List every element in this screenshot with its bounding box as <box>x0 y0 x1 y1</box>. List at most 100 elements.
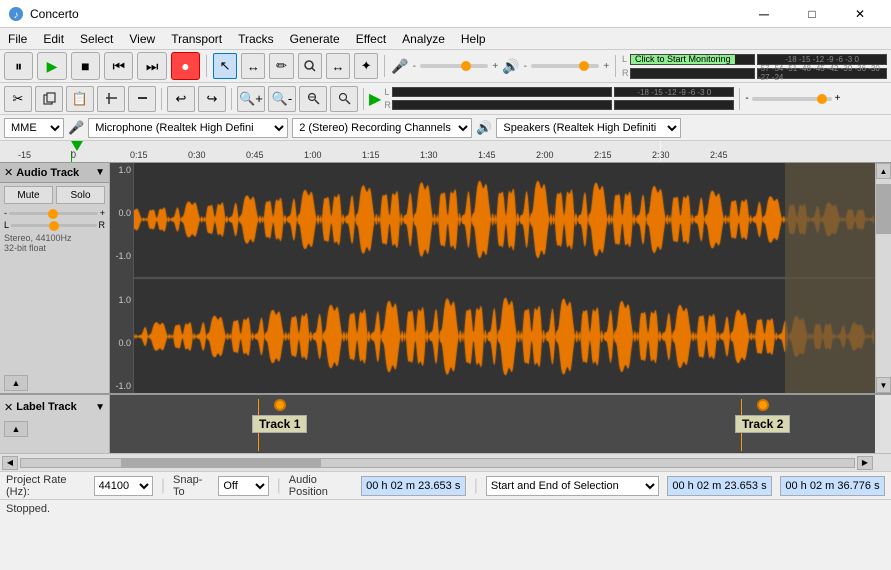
label-waveform-area[interactable]: Track 1 Track 2 <box>110 395 875 453</box>
paste-button[interactable]: 📋 <box>66 86 94 112</box>
menu-generate[interactable]: Generate <box>282 30 348 48</box>
pan-knob[interactable] <box>49 221 59 231</box>
ruler-mark-115: 1:15 <box>362 150 380 160</box>
collapse-button[interactable]: ▲ <box>4 375 28 391</box>
selection-start-input[interactable] <box>667 476 772 496</box>
scroll-up-button[interactable]: ▲ <box>876 163 891 179</box>
channels-select[interactable]: 2 (Stereo) Recording Channels <box>292 118 472 138</box>
copy-button[interactable] <box>35 86 63 112</box>
snap-to-select[interactable]: Off <box>218 476 268 496</box>
label-collapse-button[interactable]: ▲ <box>4 421 28 437</box>
label-pin-1 <box>274 399 286 411</box>
outvol-minus: - <box>524 61 527 72</box>
waveform-canvas[interactable] <box>134 163 875 393</box>
prev-button[interactable]: ⏮ <box>104 52 133 80</box>
solo-button[interactable]: Solo <box>56 186 105 204</box>
vertical-scrollbar: ▲ ▼ <box>875 163 891 393</box>
label-track-arrow[interactable]: ▼ <box>95 402 105 413</box>
cut-button[interactable]: ✂ <box>4 86 32 112</box>
stop-button[interactable]: ■ <box>71 52 100 80</box>
ruler-mark-100: 1:00 <box>304 150 322 160</box>
speaker-icon: 🔊 <box>502 58 519 75</box>
time-shift-tool-button[interactable]: ↔ <box>326 53 350 79</box>
zoom-tool-button[interactable] <box>298 53 322 79</box>
footer-sep2: | <box>277 477 281 495</box>
zoom-fit-button[interactable] <box>330 86 358 112</box>
toolbar-row1: ⏸ ▶ ■ ⏮ ⏭ ● ↖ ↔ ✏ ↔ ✦ 🎤 - + 🔊 - + L Clic… <box>0 50 891 83</box>
menu-select[interactable]: Select <box>72 30 121 48</box>
zoom-in-button[interactable]: 🔍+ <box>237 86 265 112</box>
menu-edit[interactable]: Edit <box>35 30 72 48</box>
playback-volume-slider[interactable] <box>752 97 832 101</box>
audio-track-close[interactable]: ✕ <box>4 166 13 179</box>
menu-effect[interactable]: Effect <box>348 30 394 48</box>
maximize-button[interactable]: □ <box>789 4 835 24</box>
footer-sep1: | <box>161 477 165 495</box>
trim-button[interactable] <box>97 86 125 112</box>
project-rate-select[interactable]: 44100 <box>94 476 153 496</box>
separator <box>206 55 207 77</box>
timeline-ruler[interactable]: -15 0 0:15 0:30 0:45 1:00 1:15 1:30 1:45… <box>0 141 891 163</box>
vscroll-thumb[interactable] <box>876 184 891 234</box>
volume-slider[interactable] <box>9 212 98 215</box>
status-text: Stopped. <box>6 503 50 515</box>
label-track: ✕ Label Track ▼ ▲ Track 1 Track 2 <box>0 393 891 453</box>
input-volume-slider[interactable] <box>420 64 488 68</box>
separator4 <box>161 88 162 110</box>
menu-view[interactable]: View <box>121 30 163 48</box>
microphone-select[interactable]: Microphone (Realtek High Defini <box>88 118 288 138</box>
label-tag-1[interactable]: Track 1 <box>252 399 307 433</box>
selection-mode-select[interactable]: Start and End of Selection <box>486 476 659 496</box>
scroll-down-button[interactable]: ▼ <box>876 377 891 393</box>
click-to-monitor-button[interactable]: Click to Start Monitoring <box>631 54 735 65</box>
envelope-tool-button[interactable]: ↔ <box>241 53 265 79</box>
speaker-select[interactable]: Speakers (Realtek High Definiti <box>496 118 681 138</box>
redo-button[interactable]: ↪ <box>198 86 226 112</box>
audio-track-arrow[interactable]: ▼ <box>95 167 105 178</box>
menu-tracks[interactable]: Tracks <box>230 30 282 48</box>
silence-button[interactable] <box>128 86 156 112</box>
vol-minus-label: - <box>4 208 7 218</box>
play-button[interactable]: ▶ <box>37 52 66 80</box>
record-button[interactable]: ● <box>171 52 200 80</box>
volume-control: - + <box>0 207 109 219</box>
multi-tool-button[interactable]: ✦ <box>354 53 378 79</box>
close-button[interactable]: ✕ <box>837 4 883 24</box>
select-tool-button[interactable]: ↖ <box>213 53 237 79</box>
draw-tool-button[interactable]: ✏ <box>269 53 293 79</box>
driver-select[interactable]: MME <box>4 118 64 138</box>
label-tag-2[interactable]: Track 2 <box>735 399 790 433</box>
scale-1-bot: -1.0 <box>110 251 133 261</box>
volume-knob[interactable] <box>48 209 58 219</box>
label-track-close[interactable]: ✕ <box>4 401 13 414</box>
label-track-name: Label Track <box>16 401 92 413</box>
mute-button[interactable]: Mute <box>4 186 53 204</box>
track-info-text: Stereo, 44100Hz32-bit float <box>4 233 105 253</box>
hscroll-right-button[interactable]: ▶ <box>857 456 873 470</box>
titlebar: ♪ Concerto ─ □ ✕ <box>0 0 891 28</box>
output-volume-slider[interactable] <box>531 64 599 68</box>
vscroll-track[interactable] <box>876 179 891 377</box>
svg-text:♪: ♪ <box>14 10 19 21</box>
minimize-button[interactable]: ─ <box>741 4 787 24</box>
menu-file[interactable]: File <box>0 30 35 48</box>
menu-help[interactable]: Help <box>453 30 494 48</box>
pan-slider[interactable] <box>11 224 96 227</box>
label-text-1: Track 1 <box>252 415 307 433</box>
menu-analyze[interactable]: Analyze <box>394 30 453 48</box>
playback-vu: L -18 -15 -12 -9 -6 -3 0 R <box>384 86 734 111</box>
zoom-sel-button[interactable] <box>299 86 327 112</box>
ruler-mark-215: 2:15 <box>594 150 612 160</box>
pause-button[interactable]: ⏸ <box>4 52 33 80</box>
selection-end-input[interactable] <box>780 476 885 496</box>
next-button[interactable]: ⏭ <box>137 52 166 80</box>
hscroll-left-button[interactable]: ◀ <box>2 456 18 470</box>
separator2 <box>384 55 385 77</box>
menu-transport[interactable]: Transport <box>163 30 230 48</box>
undo-button[interactable]: ↩ <box>167 86 195 112</box>
zoom-out-button[interactable]: 🔍- <box>268 86 296 112</box>
audio-position-input[interactable] <box>361 476 466 496</box>
separator6 <box>363 88 364 110</box>
hscroll-track[interactable] <box>20 458 855 468</box>
hscroll-thumb[interactable] <box>121 459 321 467</box>
